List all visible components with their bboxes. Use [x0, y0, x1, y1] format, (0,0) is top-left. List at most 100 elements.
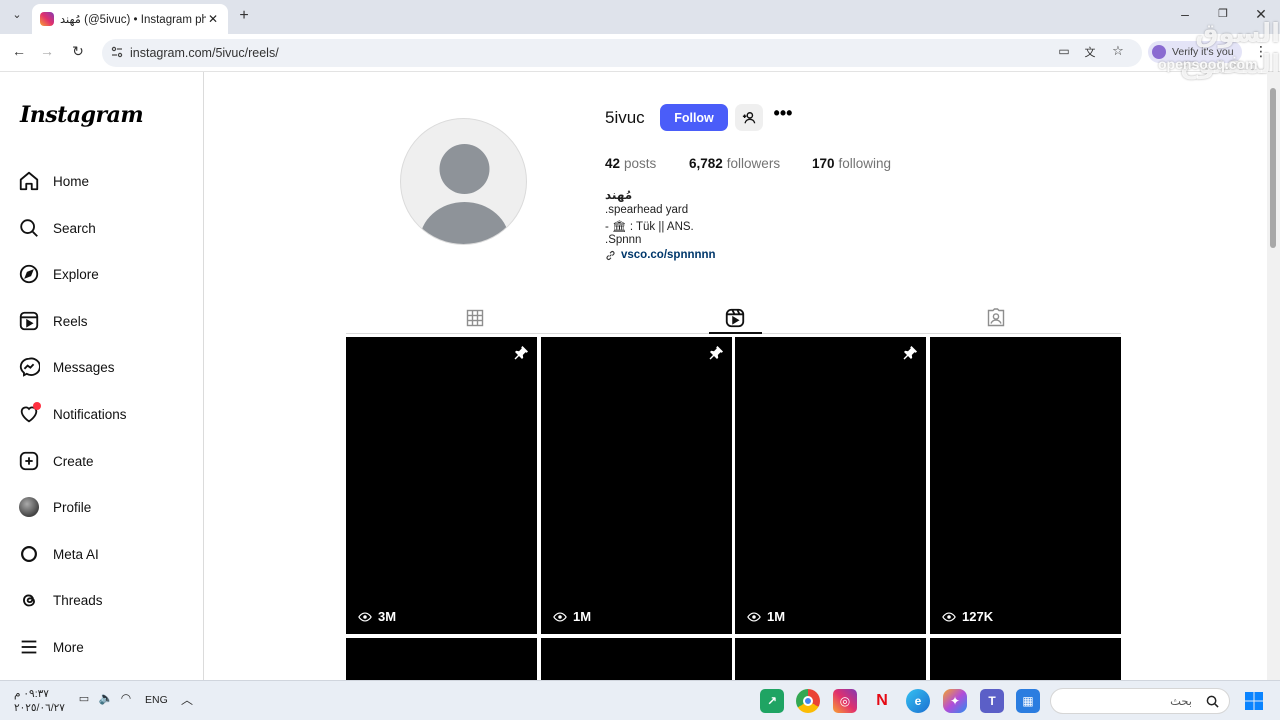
app-icon-green[interactable]: ↗ [760, 689, 784, 713]
reel-thumbnail[interactable]: 1M [735, 337, 926, 634]
store-icon[interactable]: ▦ [1016, 689, 1040, 713]
view-count: 3M [358, 609, 396, 624]
tab-title: مُهند (@5ivuc) • Instagram phot [60, 14, 206, 26]
sidebar-item-label: Messages [53, 359, 115, 375]
bio-name: مُهند [605, 188, 633, 202]
page-scrollbar[interactable] [1267, 72, 1280, 680]
edge-icon[interactable]: e [906, 689, 930, 713]
reel-thumbnail[interactable] [930, 638, 1121, 680]
reels-icon [725, 308, 745, 328]
followers-stat[interactable]: 6,782 followers [689, 156, 780, 171]
reel-thumbnail[interactable] [541, 638, 732, 680]
search-icon [18, 217, 40, 239]
taskbar-clock[interactable]: ٠٩:٣٧ م ٢٠٢٥/٠٦/٢٧ [14, 687, 65, 715]
volume-icon[interactable]: 🔈 [98, 691, 114, 705]
profile-avatar[interactable] [400, 118, 527, 245]
view-count-value: 1M [767, 609, 786, 624]
eye-icon [553, 611, 567, 622]
follow-button[interactable]: Follow [660, 104, 728, 131]
threads-icon [18, 589, 40, 611]
sidebar-item-explore[interactable]: Explore [18, 261, 99, 287]
sidebar: Instagram Home Search Explore Reels Mess… [0, 72, 204, 680]
sidebar-item-home[interactable]: Home [18, 168, 89, 194]
menu-icon [18, 636, 40, 658]
reel-thumbnail[interactable] [735, 638, 926, 680]
following-label: following [838, 156, 892, 171]
language-indicator[interactable]: ENG [145, 694, 168, 706]
instagram-app-icon[interactable]: ◎ [833, 689, 857, 713]
sidebar-item-label: More [53, 639, 84, 655]
close-tab-icon[interactable]: ✕ [206, 12, 220, 26]
home-icon [18, 170, 40, 192]
sidebar-item-label: Notifications [53, 406, 127, 422]
sidebar-item-messages[interactable]: Messages [18, 354, 115, 380]
posts-stat: 42 posts [605, 156, 656, 171]
chrome-icon[interactable] [796, 689, 820, 713]
taskbar-search[interactable]: بحث [1050, 688, 1230, 714]
instagram-logo[interactable]: Instagram [20, 102, 144, 128]
clock-date: ٢٠٢٥/٠٦/٢٧ [14, 702, 65, 714]
sidebar-item-create[interactable]: Create [18, 448, 94, 474]
more-options-icon[interactable]: ••• [772, 104, 794, 128]
browser-tab-bar: ⌄ مُهند (@5ivuc) • Instagram phot ✕ + – … [0, 0, 1280, 34]
sidebar-item-notifications[interactable]: Notifications [18, 401, 127, 427]
back-arrow-icon[interactable]: ← [10, 43, 28, 59]
sidebar-item-label: Create [53, 453, 94, 469]
followers-label: followers [726, 156, 781, 171]
site-info-icon[interactable] [111, 46, 123, 58]
cast-icon[interactable]: ▭ [1056, 44, 1072, 58]
copilot-icon[interactable]: ✦ [943, 689, 967, 713]
sidebar-item-more[interactable]: More [18, 634, 84, 660]
scrollbar-thumb[interactable] [1270, 88, 1276, 248]
search-icon [1206, 695, 1219, 708]
reel-thumbnail[interactable]: 3M [346, 337, 537, 634]
tab-posts[interactable] [463, 306, 487, 330]
sidebar-item-label: Meta AI [53, 546, 99, 562]
followers-count: 6,782 [689, 156, 723, 171]
sidebar-item-threads[interactable]: Threads [18, 587, 103, 613]
address-bar[interactable]: instagram.com/5ivuc/reels/ [102, 39, 1142, 67]
new-tab-button[interactable]: + [236, 7, 252, 25]
netflix-icon[interactable]: N [870, 689, 894, 713]
tab-reels[interactable] [723, 306, 747, 330]
sidebar-item-profile[interactable]: Profile [18, 494, 91, 520]
view-count-value: 1M [573, 609, 592, 624]
bio-link[interactable]: vsco.co/spnnnnn [605, 249, 716, 261]
sidebar-item-label: Search [53, 220, 96, 236]
suggested-users-button[interactable] [735, 104, 763, 131]
clock-time: ٠٩:٣٧ م [14, 688, 49, 700]
watermark-sub: opensooq.com [1158, 56, 1258, 72]
messenger-icon [18, 356, 40, 378]
reel-thumbnail[interactable] [346, 638, 537, 680]
reload-icon[interactable]: ↻ [69, 43, 87, 60]
sidebar-item-search[interactable]: Search [18, 215, 96, 241]
tab-list-button[interactable]: ⌄ [8, 8, 26, 26]
pin-icon [514, 346, 528, 360]
battery-icon[interactable]: ▭ [76, 692, 92, 705]
forward-arrow-icon[interactable]: → [38, 43, 56, 59]
sidebar-item-meta-ai[interactable]: Meta AI [18, 541, 99, 567]
sidebar-item-reels[interactable]: Reels [18, 308, 88, 334]
reel-thumbnail[interactable]: 1M [541, 337, 732, 634]
chevron-up-icon[interactable]: ︿ [180, 691, 194, 708]
translate-icon[interactable]: 文 [1082, 44, 1098, 60]
active-tab-indicator [709, 332, 762, 334]
teams-icon[interactable]: T [980, 689, 1004, 713]
windows-taskbar: ٠٩:٣٧ م ٢٠٢٥/٠٦/٢٧ ▭ 🔈 ◠ ENG ︿ ↗ ◎ N e ✦… [0, 680, 1280, 720]
view-count-value: 127K [962, 609, 994, 624]
browser-tab[interactable]: مُهند (@5ivuc) • Instagram phot ✕ [32, 4, 228, 34]
bio-link-text: vsco.co/spnnnnn [621, 249, 716, 261]
sidebar-item-label: Profile [53, 499, 92, 515]
sidebar-item-label: Home [53, 173, 90, 189]
wifi-icon[interactable]: ◠ [118, 691, 134, 705]
following-stat[interactable]: 170 following [812, 156, 891, 171]
tab-tagged[interactable] [984, 306, 1008, 330]
url-text: instagram.com/5ivuc/reels/ [130, 46, 279, 60]
windows-start-icon[interactable] [1242, 689, 1266, 713]
view-count: 1M [747, 609, 785, 624]
meta-ai-icon [18, 543, 40, 565]
reel-thumbnail[interactable]: 127K [930, 337, 1121, 634]
following-count: 170 [812, 156, 835, 171]
grid-icon [466, 309, 484, 327]
view-count: 127K [942, 609, 993, 624]
